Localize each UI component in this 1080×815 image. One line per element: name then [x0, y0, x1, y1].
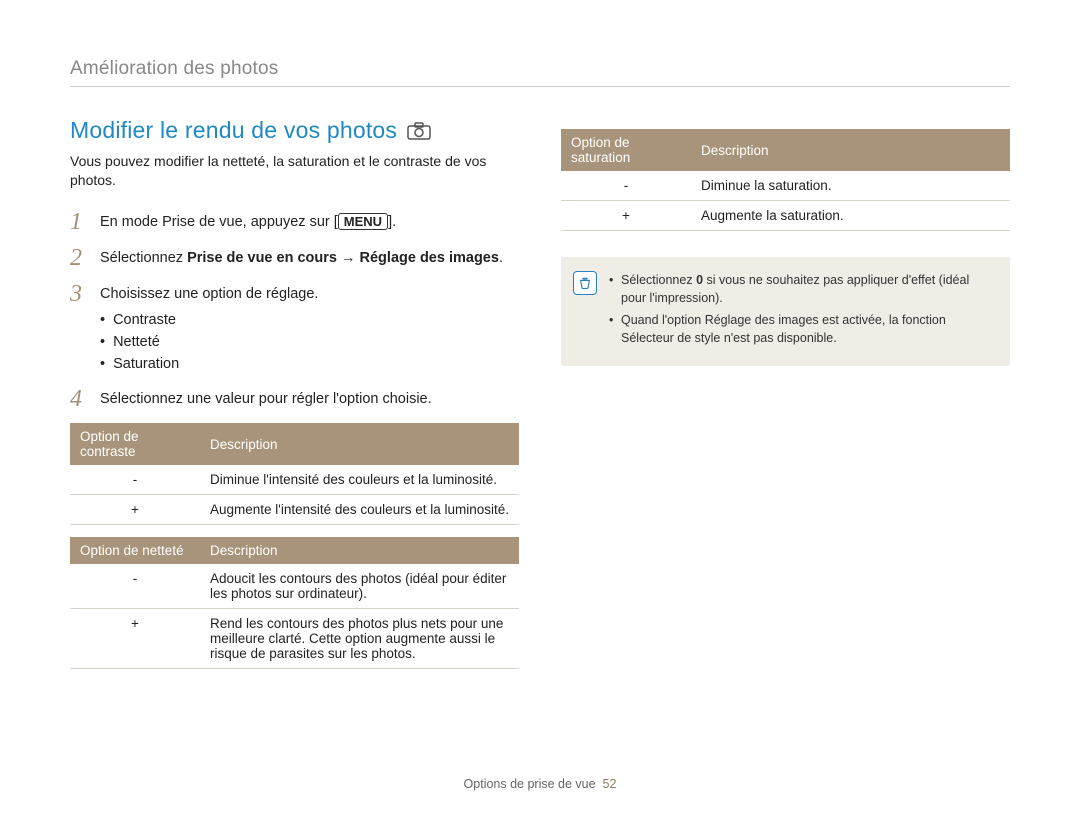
table-row: - Diminue l'intensité des couleurs et la…	[70, 465, 519, 495]
step-1-post: ].	[388, 214, 396, 230]
table-header-option: Option de contraste	[70, 423, 200, 465]
right-column: Option de saturation Description - Dimin…	[561, 117, 1010, 669]
option-sign: -	[561, 171, 691, 201]
step-body: Choisissez une option de réglage. Contra…	[100, 282, 318, 376]
step-number: 1	[70, 210, 88, 234]
page-header: Amélioration des photos	[70, 58, 1010, 87]
option-desc: Augmente la saturation.	[691, 201, 1010, 231]
option-desc: Diminue la saturation.	[691, 171, 1010, 201]
table-header-desc: Description	[200, 537, 519, 564]
note-list: Sélectionnez 0 si vous ne souhaitez pas …	[609, 271, 994, 352]
section-title-row: Modifier le rendu de vos photos	[70, 117, 519, 144]
step-body: Sélectionnez Prise de vue en cours → Rég…	[100, 246, 503, 270]
step-4: 4 Sélectionnez une valeur pour régler l'…	[70, 387, 519, 411]
step-number: 2	[70, 246, 88, 270]
option-desc: Rend les contours des photos plus nets p…	[200, 609, 519, 669]
camera-icon	[407, 122, 431, 140]
table-row: + Augmente l'intensité des couleurs et l…	[70, 495, 519, 525]
option-sign: +	[70, 495, 200, 525]
note-1-bold: 0	[696, 273, 703, 287]
step-3-text: Choisissez une option de réglage.	[100, 286, 318, 302]
option-sign: +	[70, 609, 200, 669]
table-header-option: Option de netteté	[70, 537, 200, 564]
content-columns: Modifier le rendu de vos photos Vous pou…	[70, 117, 1010, 669]
option-desc: Adoucit les contours des photos (idéal p…	[200, 564, 519, 609]
note-item: Sélectionnez 0 si vous ne souhaitez pas …	[609, 271, 994, 307]
page-footer: Options de prise de vue 52	[0, 777, 1080, 791]
left-column: Modifier le rendu de vos photos Vous pou…	[70, 117, 519, 669]
option-desc: Augmente l'intensité des couleurs et la …	[200, 495, 519, 525]
table-header-option: Option de saturation	[561, 129, 691, 171]
option-sign: +	[561, 201, 691, 231]
bullet-item: Saturation	[100, 354, 318, 376]
note-1-pre: Sélectionnez	[621, 273, 696, 287]
note-item: Quand l'option Réglage des images est ac…	[609, 311, 994, 347]
table-header-desc: Description	[691, 129, 1010, 171]
step-number: 3	[70, 282, 88, 376]
contrast-table: Option de contraste Description - Diminu…	[70, 423, 519, 525]
bullet-item: Contraste	[100, 310, 318, 332]
section-title: Modifier le rendu de vos photos	[70, 117, 397, 144]
saturation-table: Option de saturation Description - Dimin…	[561, 129, 1010, 231]
footer-text: Options de prise de vue	[464, 777, 596, 791]
intro-text: Vous pouvez modifier la netteté, la satu…	[70, 152, 519, 190]
bullet-item: Netteté	[100, 332, 318, 354]
table-header-desc: Description	[200, 423, 519, 465]
step-3: 3 Choisissez une option de réglage. Cont…	[70, 282, 519, 376]
option-sign: -	[70, 564, 200, 609]
manual-page: Amélioration des photos Modifier le rend…	[0, 0, 1080, 815]
option-desc: Diminue l'intensité des couleurs et la l…	[200, 465, 519, 495]
step-body: En mode Prise de vue, appuyez sur [MENU]…	[100, 210, 396, 234]
option-sign: -	[70, 465, 200, 495]
step-number: 4	[70, 387, 88, 411]
step-4-text: Sélectionnez une valeur pour régler l'op…	[100, 391, 432, 407]
step-2: 2 Sélectionnez Prise de vue en cours → R…	[70, 246, 519, 270]
step-2-post: .	[499, 250, 503, 266]
step-2-bold: Prise de vue en cours → Réglage des imag…	[187, 250, 499, 266]
step-1: 1 En mode Prise de vue, appuyez sur [MEN…	[70, 210, 519, 234]
steps-list: 1 En mode Prise de vue, appuyez sur [MEN…	[70, 210, 519, 412]
table-row: + Augmente la saturation.	[561, 201, 1010, 231]
step-2-pre: Sélectionnez	[100, 250, 187, 266]
step-1-pre: En mode Prise de vue, appuyez sur [	[100, 214, 338, 230]
step-3-bullets: Contraste Netteté Saturation	[100, 310, 318, 375]
table-row: - Adoucit les contours des photos (idéal…	[70, 564, 519, 609]
sharpness-table: Option de netteté Description - Adoucit …	[70, 537, 519, 669]
note-icon	[573, 271, 597, 295]
step-body: Sélectionnez une valeur pour régler l'op…	[100, 387, 432, 411]
note-box: Sélectionnez 0 si vous ne souhaitez pas …	[561, 257, 1010, 366]
menu-key-label: MENU	[338, 213, 388, 231]
page-number: 52	[603, 777, 617, 791]
table-row: - Diminue la saturation.	[561, 171, 1010, 201]
table-row: + Rend les contours des photos plus nets…	[70, 609, 519, 669]
